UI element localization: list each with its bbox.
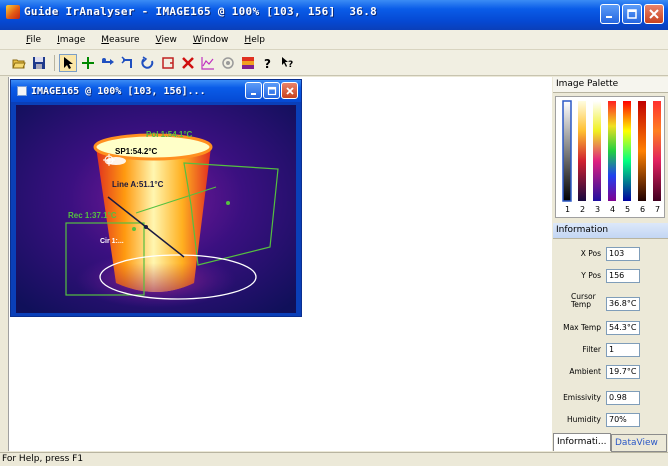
menu-bar: File Image Measure View Window Help [0, 30, 668, 50]
cursor-temp-label: Cursor Temp [571, 292, 596, 309]
y-pos-label: Y Pos [581, 271, 601, 280]
status-bar: For Help, press F1 [0, 452, 668, 466]
cursor-temp-value: 36.8°C [606, 297, 640, 311]
menu-file[interactable]: File [26, 35, 41, 45]
menu-window[interactable]: Window [193, 35, 229, 45]
target-button[interactable] [219, 54, 237, 72]
save-icon [33, 56, 45, 69]
close-icon [649, 9, 659, 19]
delete-button[interactable] [179, 54, 197, 72]
thermal-image[interactable]: Pol 1:54.1°C SP1:54.2°C Line A:51.1°C Re… [16, 105, 296, 313]
target-icon [222, 56, 234, 69]
app-icon[interactable] [6, 5, 20, 19]
information-panel-header[interactable]: Information [553, 223, 668, 239]
filter-label: Filter [582, 345, 601, 354]
information-panel: X Pos 103 Y Pos 156 Cursor Temp 36.8°C M… [555, 241, 665, 431]
palette-number: 7 [655, 205, 661, 214]
image-window-title-bar[interactable]: IMAGE165 @ 100% [103, 156]... [11, 80, 301, 102]
delete-icon [182, 56, 194, 69]
minimize-icon [606, 16, 612, 18]
image-window-icon [17, 86, 27, 96]
area-tool-icon [121, 55, 132, 68]
emissivity-label: Emissivity [563, 393, 601, 402]
minimize-button[interactable] [600, 4, 620, 24]
side-panel: Image Palette 1 2 3 4 5 6 7 Information … [553, 77, 668, 452]
y-pos-value: 156 [606, 269, 640, 283]
maximize-icon [267, 86, 276, 95]
ambient-label: Ambient [569, 367, 601, 376]
polygon-tool-button[interactable] [139, 54, 157, 72]
max-temp-label: Max Temp [563, 323, 601, 332]
image-window-title: IMAGE165 @ 100% [103, 156]... [31, 85, 206, 97]
pointer-icon [64, 56, 73, 69]
ambient-value: 19.7°C [606, 365, 640, 379]
close-icon [285, 86, 294, 95]
palette-number: 2 [580, 205, 586, 214]
humidity-value: 70% [606, 413, 640, 427]
save-button[interactable] [30, 54, 48, 72]
palette-icon [242, 56, 254, 69]
toolbar: ? ? [0, 50, 668, 76]
palette-swatches[interactable] [556, 97, 666, 203]
spot-tool-icon [82, 56, 94, 69]
cir1-label: Cir 1:... [100, 238, 124, 245]
polygon-tool-icon [141, 55, 154, 69]
palette-panel: 1 2 3 4 5 6 7 [555, 96, 665, 218]
pointer-tool-button[interactable] [59, 53, 77, 72]
menu-image[interactable]: Image [57, 35, 85, 45]
tab-information[interactable]: Informati... [553, 433, 611, 451]
sp1-label: SP1:54.2°C [115, 147, 158, 156]
maximize-button[interactable] [622, 4, 642, 24]
rectangle-tool-button[interactable] [159, 54, 177, 72]
maximize-icon [627, 9, 637, 19]
spot-tool-button[interactable] [79, 54, 97, 72]
image-close-button[interactable] [281, 82, 298, 99]
palette-number: 5 [625, 205, 631, 214]
x-pos-label: X Pos [580, 249, 601, 258]
image-minimize-button[interactable] [245, 82, 262, 99]
menu-help[interactable]: Help [244, 35, 265, 45]
rectangle-tool-icon [162, 56, 174, 69]
line-tool-icon [102, 57, 114, 65]
panel-tabs: Informati... DataView [553, 433, 668, 452]
open-icon [12, 59, 26, 68]
tab-dataview[interactable]: DataView [611, 434, 667, 452]
help-icon: ? [264, 57, 271, 70]
palette-number: 3 [595, 205, 601, 214]
emissivity-value: 0.98 [606, 391, 640, 405]
palette-number: 6 [640, 205, 646, 214]
close-button[interactable] [644, 4, 664, 24]
max-temp-value: 54.3°C [606, 321, 640, 335]
rec1-label: Rec 1:37.1°C [68, 211, 117, 220]
pol1-label: Pol 1:54.1°C [146, 130, 193, 139]
chart-button[interactable] [199, 54, 217, 72]
minimize-icon [250, 92, 256, 95]
chart-icon [201, 56, 214, 70]
svg-text:?: ? [264, 57, 271, 70]
palette-number: 1 [565, 205, 571, 214]
open-button[interactable] [10, 54, 28, 72]
line-tool-button[interactable] [99, 54, 117, 72]
palette-number: 4 [610, 205, 616, 214]
palette-button[interactable] [239, 54, 257, 72]
image-window[interactable]: IMAGE165 @ 100% [103, 156]... Pol 1:54.1… [10, 79, 302, 317]
svg-text:?: ? [288, 60, 293, 70]
window-title: Guide IrAnalyser - IMAGE165 @ 100% [103,… [24, 4, 378, 18]
filter-value: 1 [606, 343, 640, 357]
humidity-label: Humidity [566, 415, 601, 424]
title-bar[interactable]: Guide IrAnalyser - IMAGE165 @ 100% [103,… [0, 0, 668, 30]
x-pos-value: 103 [606, 247, 640, 261]
palette-panel-header[interactable]: Image Palette [553, 77, 668, 93]
context-help-icon: ? [282, 56, 293, 70]
help-button[interactable]: ? [259, 54, 277, 72]
image-maximize-button[interactable] [263, 82, 280, 99]
menu-measure[interactable]: Measure [101, 35, 139, 45]
context-help-button[interactable]: ? [279, 54, 297, 72]
line-a-label: Line A:51.1°C [112, 180, 164, 189]
area-tool-button[interactable] [119, 54, 137, 72]
menu-view[interactable]: View [156, 35, 177, 45]
